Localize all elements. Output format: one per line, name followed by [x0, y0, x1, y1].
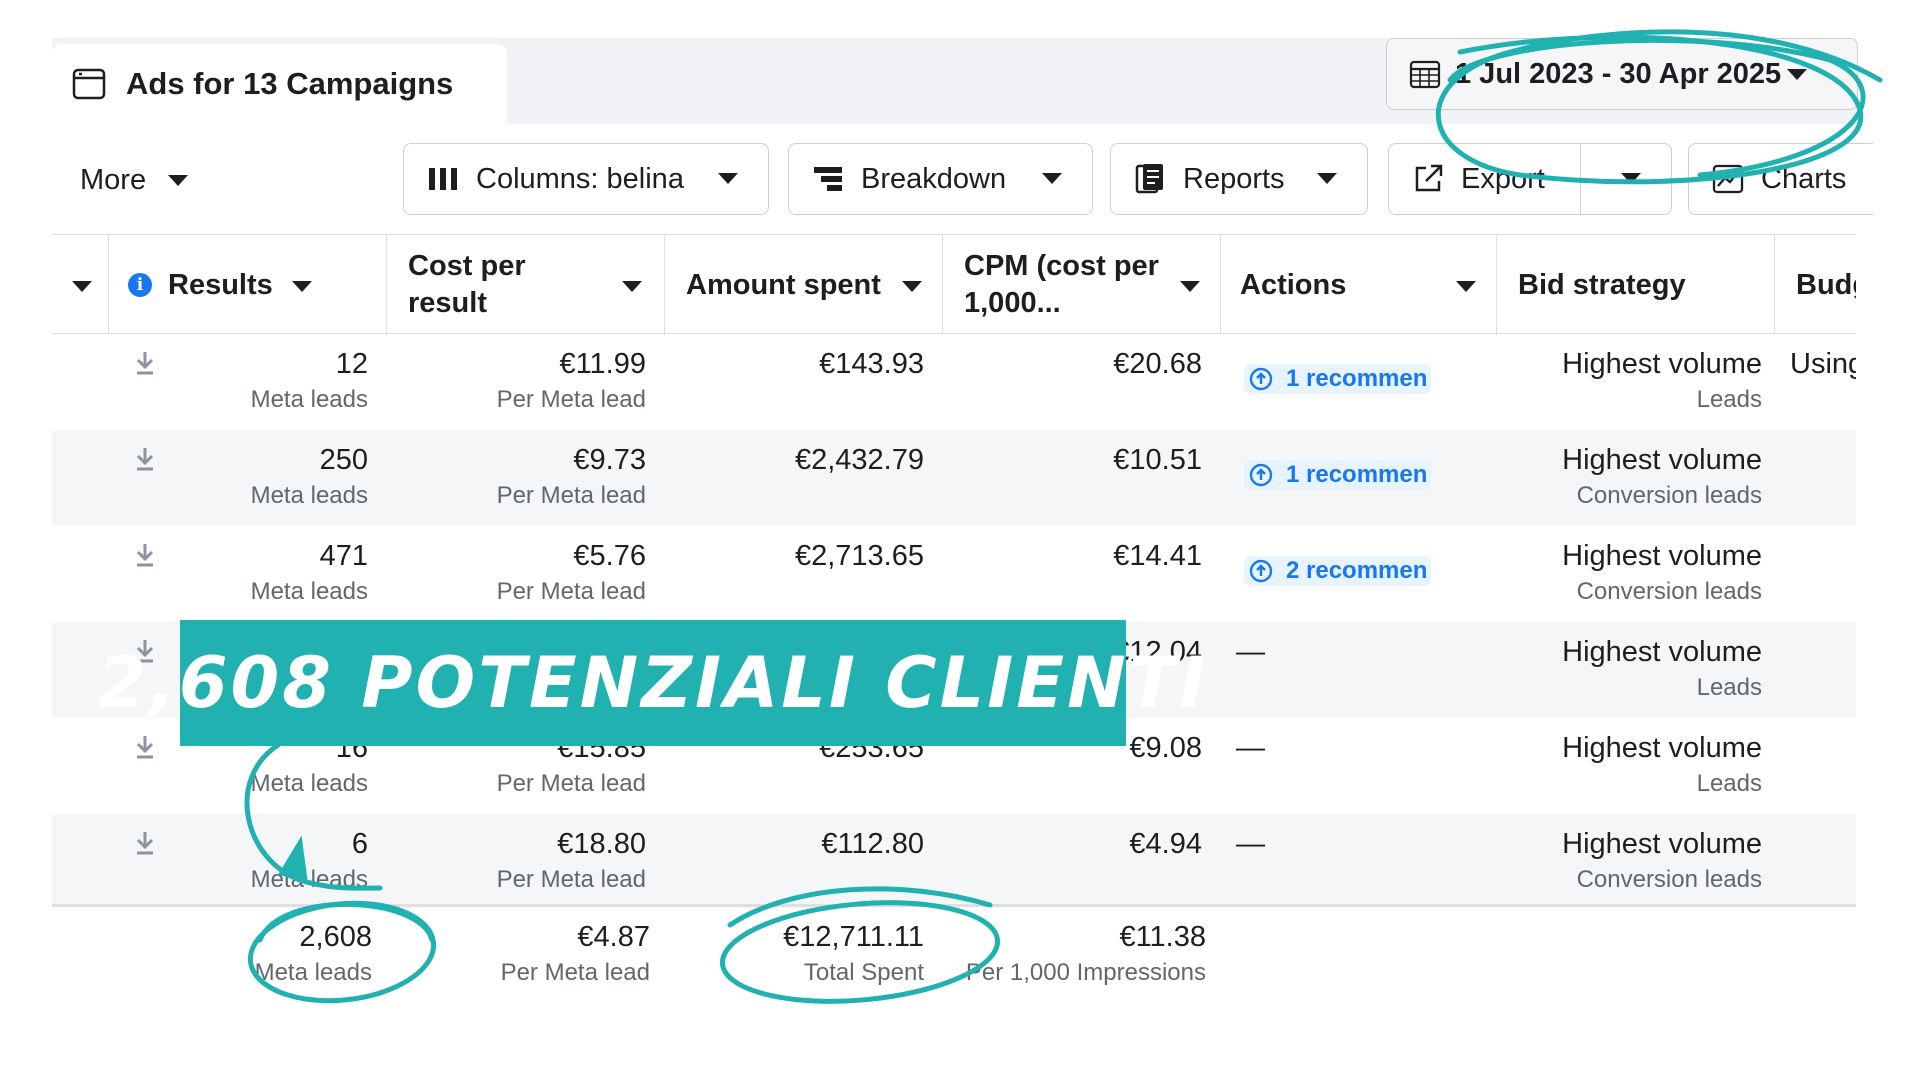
- chevron-down-icon[interactable]: [72, 281, 92, 292]
- column-header-budget[interactable]: Budget: [1796, 235, 1856, 335]
- chevron-down-icon: [718, 173, 738, 184]
- column-header-bid-strategy[interactable]: Bid strategy: [1518, 235, 1774, 335]
- column-header-amount-spent[interactable]: Amount spent: [686, 235, 942, 335]
- chevron-down-icon[interactable]: [1621, 173, 1641, 184]
- column-header-actions[interactable]: Actions: [1240, 235, 1496, 335]
- reports-icon: [1135, 164, 1163, 194]
- charts-button[interactable]: Charts: [1688, 143, 1873, 215]
- date-range-picker[interactable]: 1 Jul 2023 - 30 Apr 2025: [1386, 38, 1858, 110]
- page-title: Ads for 13 Campaigns: [126, 66, 454, 101]
- columns-label: Columns: belina: [476, 162, 684, 195]
- calendar-icon: [1409, 60, 1441, 89]
- promo-banner-text: 2,608 potenziali clienti: [97, 642, 1209, 724]
- totals-row: 2,608 Meta leads €4.87 Per Meta lead €12,7…: [52, 904, 1856, 1003]
- charts-label: Charts: [1761, 162, 1847, 195]
- breakdown-button[interactable]: Breakdown: [788, 143, 1093, 215]
- arrow-up-circle-icon: [1249, 367, 1273, 391]
- chart-icon: [1712, 164, 1744, 194]
- arrow-up-circle-icon: [1249, 559, 1273, 583]
- columns-button[interactable]: Columns: belina: [403, 143, 769, 215]
- reports-label: Reports: [1183, 162, 1285, 195]
- more-button[interactable]: More: [80, 164, 189, 197]
- recommendation-badge[interactable]: 2 recommen: [1244, 556, 1432, 586]
- info-icon[interactable]: i: [128, 273, 152, 297]
- table-header: i Results Cost per result Amount spent C…: [52, 234, 1856, 335]
- chevron-down-icon: [168, 175, 189, 186]
- window-icon: [72, 68, 106, 100]
- promo-banner: 2,608 potenziali clienti: [98, 620, 1205, 746]
- breakdown-icon: [814, 167, 842, 191]
- export-button[interactable]: Export: [1388, 143, 1672, 215]
- date-range-label: 1 Jul 2023 - 30 Apr 2025: [1455, 57, 1782, 90]
- recommendation-badge[interactable]: 1 recommen: [1244, 460, 1432, 490]
- ads-table: i Results Cost per result Amount spent C…: [52, 234, 1856, 1003]
- export-icon: [1415, 164, 1443, 192]
- column-header-cpm[interactable]: CPM (cost per 1,000...: [964, 235, 1220, 335]
- reports-button[interactable]: Reports: [1110, 143, 1368, 215]
- table-row[interactable]: 12 Meta leads €11.99 Per Meta lead €143.93…: [52, 334, 1856, 430]
- chevron-down-icon: [1042, 173, 1062, 184]
- chevron-down-icon: [1317, 173, 1337, 184]
- total-cpm: €11.38: [1119, 921, 1206, 953]
- table-row[interactable]: 6 Meta leads €18.80 Per Meta lead €112.80 …: [52, 814, 1856, 910]
- chevron-down-icon: [292, 281, 312, 292]
- total-cost-per-result: €4.87: [577, 921, 650, 953]
- recommendation-badge[interactable]: 1 recommen: [1244, 364, 1432, 394]
- chevron-down-icon: [1180, 281, 1200, 292]
- chevron-down-icon: [1787, 69, 1807, 80]
- column-header-cost-per-result[interactable]: Cost per result: [408, 235, 662, 335]
- chevron-down-icon: [622, 281, 642, 292]
- title-tab[interactable]: Ads for 13 Campaigns: [52, 44, 507, 124]
- export-split-divider: [1580, 143, 1581, 215]
- breakdown-label: Breakdown: [861, 162, 1007, 195]
- chevron-down-icon: [902, 281, 922, 292]
- more-label: More: [80, 164, 147, 196]
- export-label: Export: [1461, 162, 1545, 195]
- columns-icon: [429, 168, 457, 190]
- total-amount-spent: €12,711.11: [783, 921, 924, 953]
- total-results: 2,608: [299, 921, 372, 953]
- arrow-up-circle-icon: [1249, 463, 1273, 487]
- table-row[interactable]: 250 Meta leads €9.73 Per Meta lead €2,432.…: [52, 430, 1856, 526]
- table-row[interactable]: 471 Meta leads €5.76 Per Meta lead €2,713.…: [52, 526, 1856, 622]
- column-header-results[interactable]: i Results: [128, 235, 332, 335]
- chevron-down-icon: [1456, 281, 1476, 292]
